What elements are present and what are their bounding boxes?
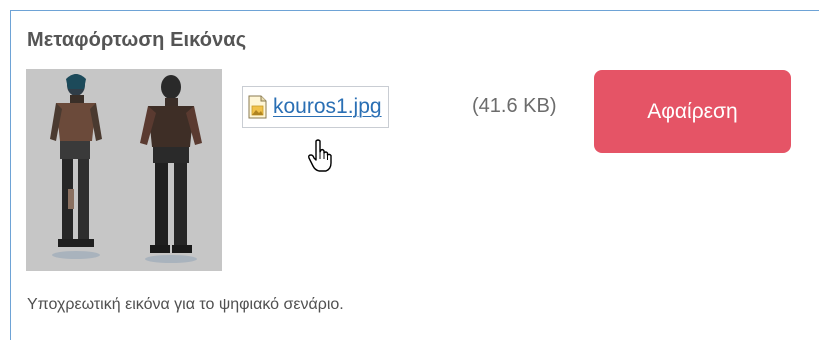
uploaded-file-link[interactable]: kouros1.jpg: [242, 86, 389, 128]
image-file-icon: [248, 95, 267, 119]
panel-title: Μεταφόρτωση Εικόνας: [27, 29, 247, 51]
hand-pointer-icon: [308, 139, 332, 172]
file-size: (41.6 KB): [472, 95, 557, 117]
required-image-note: Υποχρεωτική εικόνα για το ψηφιακό σενάρι…: [27, 296, 344, 313]
remove-button[interactable]: Αφαίρεση: [594, 70, 791, 153]
image-upload-panel: Μεταφόρτωση Εικόνας kouros1.jpg (41.6 KB…: [10, 10, 819, 340]
kouros-statues-image: [26, 69, 222, 271]
image-thumbnail: [26, 69, 222, 271]
file-name[interactable]: kouros1.jpg: [273, 95, 382, 119]
